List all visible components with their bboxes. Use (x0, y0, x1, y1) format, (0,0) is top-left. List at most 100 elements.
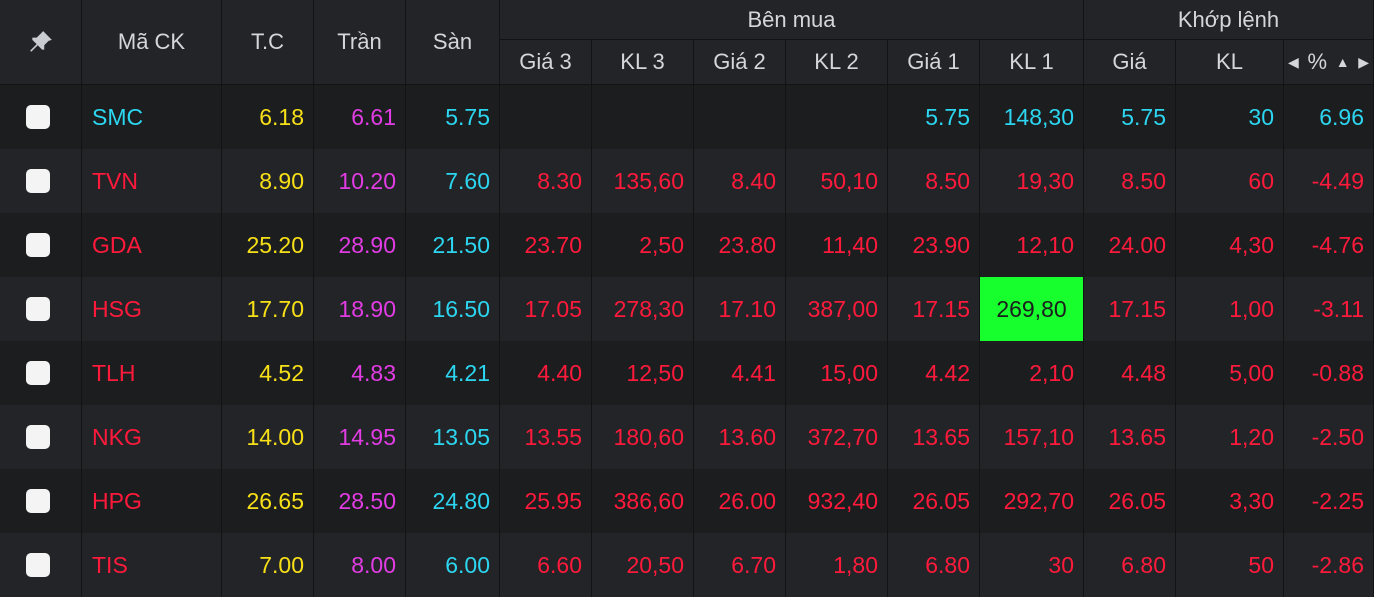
price2-cell: 8.40 (694, 149, 786, 213)
price2-cell (694, 85, 786, 149)
ref-price-header[interactable]: T.C (222, 0, 314, 85)
row-checkbox[interactable] (26, 105, 50, 129)
match-price-cell: 26.05 (1084, 469, 1176, 533)
scroll-left-icon[interactable]: ◀ (1288, 54, 1299, 71)
price2-cell: 6.70 (694, 533, 786, 597)
ceiling-cell: 4.83 (314, 341, 406, 405)
ref-cell: 7.00 (222, 533, 314, 597)
table-row[interactable]: TIS 7.00 8.00 6.00 6.60 20,50 6.70 1,80 6.80 30 6.… (0, 533, 1374, 597)
vol3-cell: 2,50 (592, 213, 694, 277)
vol2-cell: 15,00 (786, 341, 888, 405)
row-checkbox[interactable] (26, 169, 50, 193)
ref-cell: 17.70 (222, 277, 314, 341)
row-select-cell (0, 341, 82, 405)
symbol-cell[interactable]: TLH (82, 341, 222, 405)
price1-cell: 6.80 (888, 533, 980, 597)
match-price-cell: 5.75 (1084, 85, 1176, 149)
vol1-cell: 148,30 (980, 85, 1084, 149)
table-row[interactable]: HSG 17.70 18.90 16.50 17.05 278,30 17.10 387,00… (0, 277, 1374, 341)
table-row[interactable]: HPG 26.65 28.50 24.80 25.95 386,60 26.00 932,40… (0, 469, 1374, 533)
vol3-header[interactable]: KL 3 (592, 40, 694, 85)
match-vol-cell: 1,20 (1176, 405, 1284, 469)
vol2-header[interactable]: KL 2 (786, 40, 888, 85)
row-select-cell (0, 469, 82, 533)
vol3-cell: 135,60 (592, 149, 694, 213)
vol3-cell: 20,50 (592, 533, 694, 597)
ceiling-header[interactable]: Trần (314, 0, 406, 85)
table-row[interactable]: TLH 4.52 4.83 4.21 4.40 12,50 4.41 15,00 4.42 2,1… (0, 341, 1374, 405)
symbol-cell[interactable]: HSG (82, 277, 222, 341)
price2-header[interactable]: Giá 2 (694, 40, 786, 85)
ref-cell: 8.90 (222, 149, 314, 213)
price3-cell: 8.30 (500, 149, 592, 213)
price3-cell (500, 85, 592, 149)
vol1-cell: 19,30 (980, 149, 1084, 213)
vol1-cell: 269,80 (980, 277, 1084, 341)
pct-cell: -3.11 (1284, 277, 1374, 341)
match-price-cell: 24.00 (1084, 213, 1176, 277)
ceiling-cell: 18.90 (314, 277, 406, 341)
floor-cell: 24.80 (406, 469, 500, 533)
price1-cell: 23.90 (888, 213, 980, 277)
table-row[interactable]: NKG 14.00 14.95 13.05 13.55 180,60 13.60 372,70… (0, 405, 1374, 469)
table-row[interactable]: SMC 6.18 6.61 5.75 5.75 148,30 5.75 30 6.96 (0, 85, 1374, 149)
symbol-cell[interactable]: TIS (82, 533, 222, 597)
match-vol-cell: 3,30 (1176, 469, 1284, 533)
row-checkbox[interactable] (26, 361, 50, 385)
match-price-cell: 6.80 (1084, 533, 1176, 597)
pct-cell: -4.49 (1284, 149, 1374, 213)
vol1-cell: 157,10 (980, 405, 1084, 469)
price-board: Mã CK T.C Trần Sàn Bên mua Khớp lệnh Giá… (0, 0, 1374, 597)
match-price-header[interactable]: Giá (1084, 40, 1176, 85)
vol3-cell: 278,30 (592, 277, 694, 341)
symbol-cell[interactable]: NKG (82, 405, 222, 469)
symbol-cell[interactable]: SMC (82, 85, 222, 149)
row-checkbox[interactable] (26, 425, 50, 449)
price2-cell: 26.00 (694, 469, 786, 533)
floor-header[interactable]: Sàn (406, 0, 500, 85)
matched-group-header: Khớp lệnh (1084, 0, 1374, 40)
sort-ascending-icon[interactable]: ▲ (1336, 54, 1350, 70)
price3-header[interactable]: Giá 3 (500, 40, 592, 85)
price2-cell: 4.41 (694, 341, 786, 405)
floor-cell: 13.05 (406, 405, 500, 469)
pin-icon[interactable] (28, 29, 54, 55)
symbol-cell[interactable]: HPG (82, 469, 222, 533)
row-checkbox[interactable] (26, 297, 50, 321)
pct-cell: -2.86 (1284, 533, 1374, 597)
percent-header[interactable]: ◀ % ▲ ▶ (1284, 40, 1374, 85)
floor-cell: 21.50 (406, 213, 500, 277)
pct-cell: -4.76 (1284, 213, 1374, 277)
floor-cell: 16.50 (406, 277, 500, 341)
symbol-header[interactable]: Mã CK (82, 0, 222, 85)
floor-cell: 4.21 (406, 341, 500, 405)
ref-cell: 6.18 (222, 85, 314, 149)
row-checkbox[interactable] (26, 489, 50, 513)
row-checkbox[interactable] (26, 553, 50, 577)
ref-cell: 4.52 (222, 341, 314, 405)
symbol-cell[interactable]: TVN (82, 149, 222, 213)
match-vol-header[interactable]: KL (1176, 40, 1284, 85)
price1-header[interactable]: Giá 1 (888, 40, 980, 85)
pct-cell: -2.25 (1284, 469, 1374, 533)
match-vol-cell: 4,30 (1176, 213, 1284, 277)
row-select-cell (0, 85, 82, 149)
scroll-right-icon[interactable]: ▶ (1358, 54, 1369, 71)
row-checkbox[interactable] (26, 233, 50, 257)
buy-side-group-header: Bên mua (500, 0, 1084, 40)
vol1-header[interactable]: KL 1 (980, 40, 1084, 85)
price1-cell: 4.42 (888, 341, 980, 405)
floor-cell: 5.75 (406, 85, 500, 149)
vol1-cell: 2,10 (980, 341, 1084, 405)
pin-column-header[interactable] (0, 0, 82, 85)
table-row[interactable]: GDA 25.20 28.90 21.50 23.70 2,50 23.80 11,40 23.… (0, 213, 1374, 277)
vol2-cell: 50,10 (786, 149, 888, 213)
row-select-cell (0, 533, 82, 597)
symbol-cell[interactable]: GDA (82, 213, 222, 277)
ceiling-cell: 8.00 (314, 533, 406, 597)
price2-cell: 17.10 (694, 277, 786, 341)
vol2-cell: 11,40 (786, 213, 888, 277)
vol3-cell: 386,60 (592, 469, 694, 533)
row-select-cell (0, 277, 82, 341)
table-row[interactable]: TVN 8.90 10.20 7.60 8.30 135,60 8.40 50,10 8.50 1… (0, 149, 1374, 213)
